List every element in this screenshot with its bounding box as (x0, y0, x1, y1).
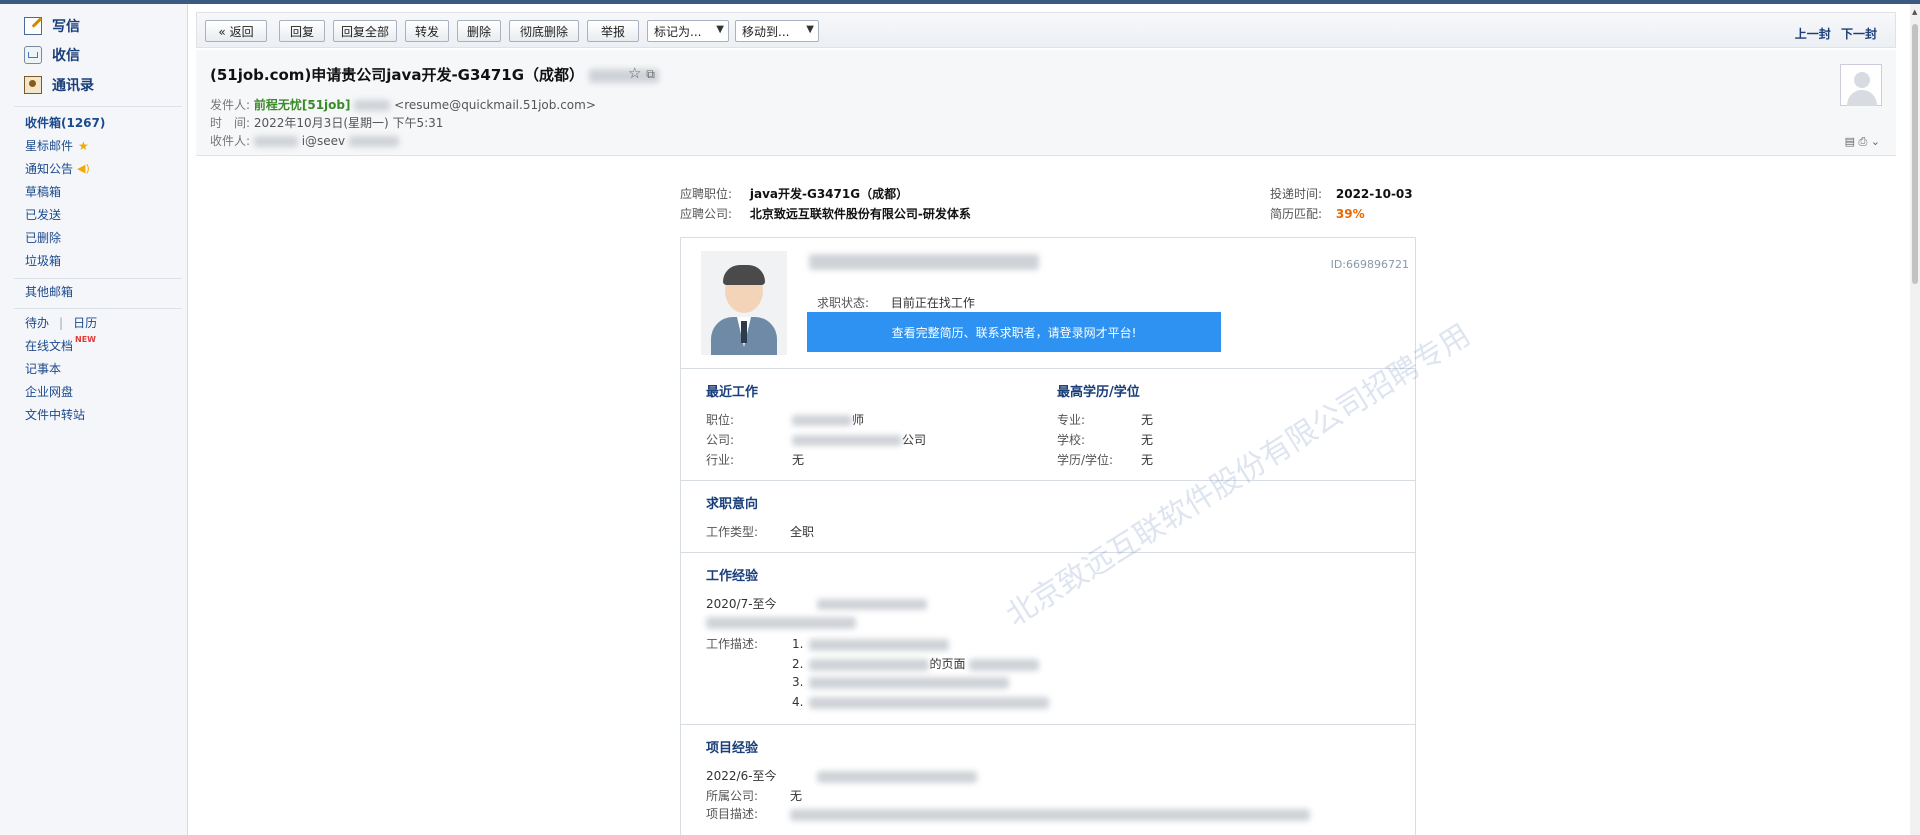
netdisk-link[interactable]: 企业网盘 (25, 383, 73, 401)
popout-icon[interactable]: ⧉ (646, 67, 655, 81)
back-button[interactable]: « 返回 (205, 20, 267, 42)
scroll-thumb[interactable] (1912, 24, 1918, 284)
sender-row: 发件人: 前程无忧[51job] <resume@quickmail.51job… (210, 98, 596, 112)
exp-desc-3: 3. (792, 675, 1010, 689)
rw-industry: 行业: 无 (706, 453, 805, 467)
sender-email: <resume@quickmail.51job.com> (394, 98, 596, 112)
inbox-icon (24, 46, 42, 64)
new-badge: NEW (75, 335, 96, 344)
note-icon[interactable]: ▤ (1845, 135, 1855, 148)
candidate-photo (701, 251, 787, 355)
sender-avatar (1840, 64, 1882, 106)
job-company-row: 应聘公司: 北京致远互联软件股份有限公司-研发体系 (680, 207, 971, 221)
edu-degree: 学历/学位: 无 (1057, 453, 1154, 467)
header-tools: ▤ ⎙ ⌄ (1845, 135, 1880, 149)
exp-period: 2020/7-至今 (706, 595, 927, 612)
permanent-delete-button[interactable]: 彻底删除 (509, 20, 579, 42)
mark-as-select[interactable]: 标记为... ▼ (647, 20, 729, 42)
recent-work-section: 最近工作 职位: 师 公司: 公司 行业: 无 最高学历/学位 专业: 无 学校: 无 学… (681, 368, 1415, 480)
proj-desc: 项目描述: (706, 805, 1310, 822)
rw-position: 职位: 师 (706, 413, 865, 427)
separator: | (59, 316, 64, 330)
star-icon: ★ (78, 139, 89, 153)
speaker-icon: ◀) (77, 162, 90, 175)
forward-button[interactable]: 转发 (405, 20, 449, 42)
report-button[interactable]: 举报 (587, 20, 639, 42)
time-row: 时 间: 2022年10月3日(星期一) 下午5:31 (210, 116, 444, 130)
job-intent-section: 求职意向 工作类型: 全职 (681, 480, 1415, 552)
folder-deleted[interactable]: 已删除 (25, 229, 61, 247)
online-docs-link[interactable]: 在线文档 NEW (25, 335, 96, 355)
resume-match-row: 简历匹配: 39% (1270, 207, 1365, 221)
exp-desc-1: 工作描述: 1. (706, 635, 950, 652)
proj-company: 所属公司: 无 (706, 789, 803, 803)
delete-button[interactable]: 删除 (457, 20, 501, 42)
reply-button[interactable]: 回复 (279, 20, 325, 42)
mail-body: 应聘职位: java开发-G3471G（成都） 应聘公司: 北京致远互联软件股份… (196, 157, 1896, 835)
folder-sent[interactable]: 已发送 (25, 206, 61, 224)
view-full-resume-button[interactable]: 查看完整简历、联系求职者，请登录网才平台! (807, 312, 1221, 352)
notes-link[interactable]: 记事本 (25, 360, 61, 378)
resume-id: ID:669896721 (1330, 258, 1409, 271)
folder-notices[interactable]: 通知公告 ◀) (25, 160, 90, 178)
reply-all-button[interactable]: 回复全部 (333, 20, 397, 42)
expand-icon[interactable]: ⌄ (1871, 135, 1880, 148)
job-position-row: 应聘职位: java开发-G3471G（成都） (680, 187, 909, 201)
submit-time-row: 投递时间: 2022-10-03 (1270, 187, 1413, 201)
chevron-down-icon: ▼ (716, 24, 724, 35)
prev-next-nav: 上一封 下一封 (1789, 25, 1877, 42)
project-experience-section: 项目经验 2022/6-至今 所属公司: 无 项目描述: (681, 724, 1415, 835)
file-transfer-link[interactable]: 文件中转站 (25, 406, 85, 424)
redacted-name (809, 254, 1039, 270)
star-icon[interactable]: ☆ (628, 64, 641, 82)
next-mail-link[interactable]: 下一封 (1841, 27, 1877, 41)
receive-mail-link[interactable]: 收信 (24, 43, 80, 67)
compose-icon (24, 17, 42, 35)
edu-major: 专业: 无 (1057, 413, 1154, 427)
sidebar-divider (14, 308, 182, 309)
mail-header: (51job.com)申请贵公司java开发-G3471G（成都） ☆ ⧉ 发件… (196, 50, 1896, 156)
exp-company (706, 615, 856, 629)
subject-actions: ☆ ⧉ (628, 64, 655, 82)
recipient-row: 收件人: i@seev (210, 132, 399, 149)
rw-company: 公司: 公司 (706, 433, 927, 447)
sidebar-divider (14, 106, 182, 107)
address-book-icon (24, 76, 42, 94)
chevron-down-icon: ▼ (806, 24, 814, 35)
page-scrollbar[interactable]: ▲ (1910, 4, 1920, 835)
sender-name[interactable]: 前程无忧[51job] (254, 98, 351, 112)
work-experience-section: 工作经验 2020/7-至今 工作描述: 1. 2. 的页面 3. 4. (681, 552, 1415, 724)
sidebar-divider (14, 278, 182, 279)
write-mail-link[interactable]: 写信 (24, 14, 80, 38)
prev-mail-link[interactable]: 上一封 (1795, 27, 1831, 41)
proj-period: 2022/6-至今 (706, 767, 977, 784)
other-mailbox-link[interactable]: 其他邮箱 (25, 283, 73, 301)
contacts-link[interactable]: 通讯录 (24, 73, 94, 97)
todo-link[interactable]: 待办 (25, 314, 49, 332)
folder-drafts[interactable]: 草稿箱 (25, 183, 61, 201)
redacted-text (348, 136, 399, 147)
scroll-up-icon[interactable]: ▲ (1912, 8, 1917, 16)
exp-desc-2: 2. 的页面 (792, 655, 1040, 672)
mail-toolbar: « 返回 回复 回复全部 转发 删除 彻底删除 举报 标记为... ▼ 移动到..… (196, 12, 1896, 48)
resume-card: ID:669896721 求职状态: 目前正在找工作 查看完整简历、联系求职者，… (680, 237, 1416, 835)
intent-type: 工作类型: 全职 (706, 525, 815, 539)
sidebar: 写信 收信 通讯录 收件箱(1267) 星标邮件 ★ 通知公告 ◀) 草稿箱 已发送… (0, 4, 188, 835)
move-to-select[interactable]: 移动到... ▼ (735, 20, 819, 42)
redacted-text (354, 100, 391, 111)
todo-calendar-row: 待办 | 日历 (25, 314, 97, 332)
calendar-link[interactable]: 日历 (73, 314, 97, 332)
redacted-text (253, 136, 298, 147)
job-status-row: 求职状态: 目前正在找工作 (817, 296, 975, 310)
mail-subject: (51job.com)申请贵公司java开发-G3471G（成都） (210, 64, 660, 85)
folder-starred[interactable]: 星标邮件 ★ (25, 137, 89, 155)
edu-school: 学校: 无 (1057, 433, 1154, 447)
folder-inbox[interactable]: 收件箱(1267) (25, 114, 105, 132)
print-icon[interactable]: ⎙ (1858, 135, 1867, 148)
top-accent-bar (0, 0, 1920, 4)
folder-spam[interactable]: 垃圾箱 (25, 252, 61, 270)
exp-desc-4: 4. (792, 695, 1050, 709)
